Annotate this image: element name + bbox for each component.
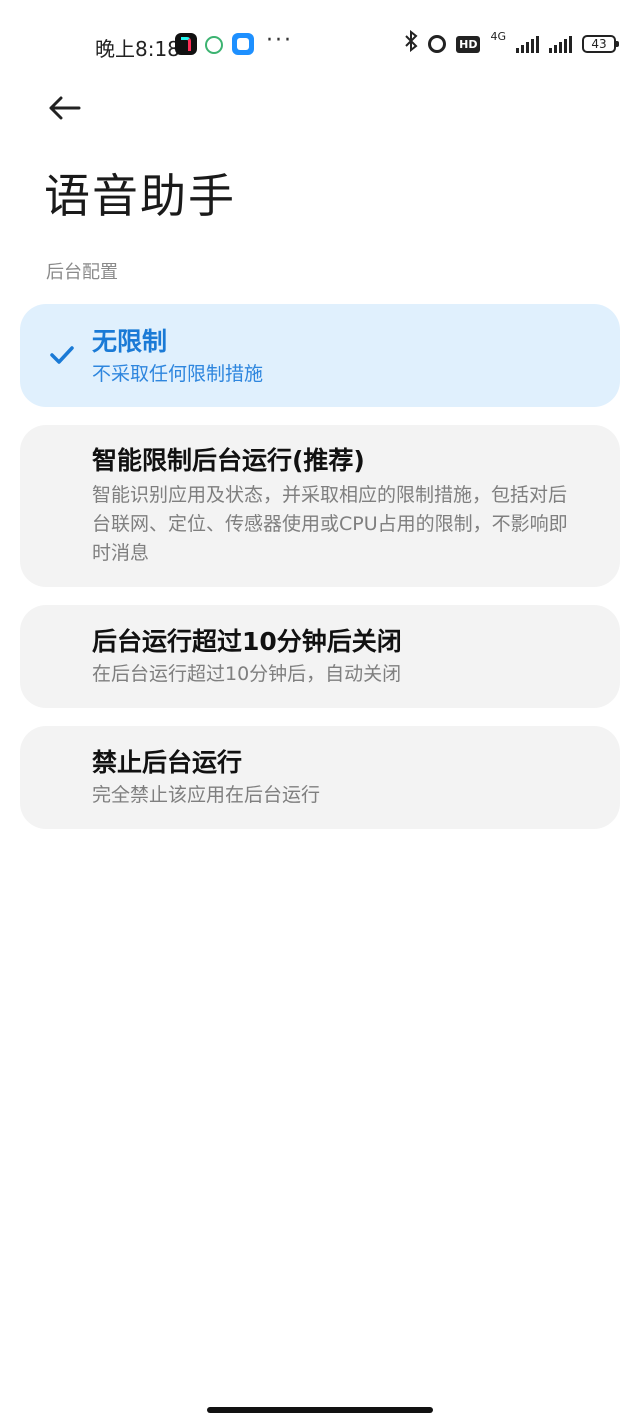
blue-app-icon (232, 33, 254, 55)
option-description: 智能识别应用及状态，并采取相应的限制措施，包括对后台联网、定位、传感器使用或CP… (92, 484, 568, 564)
signal-strength-2-icon (549, 35, 572, 53)
arrow-left-icon (49, 96, 81, 120)
page-title: 语音助手 (44, 169, 236, 223)
bluetooth-icon (404, 29, 418, 58)
back-button[interactable] (44, 88, 84, 128)
option-description: 不采取任何限制措施 (92, 363, 264, 385)
alien-app-icon (205, 36, 223, 54)
option-disable-background[interactable]: 禁止后台运行 完全禁止该应用在后台运行 (20, 726, 620, 829)
option-close-after-10-minutes[interactable]: 后台运行超过10分钟后关闭 在后台运行超过10分钟后，自动关闭 (20, 605, 620, 708)
option-title: 智能限制后台运行(推荐) (92, 446, 365, 475)
option-description: 完全禁止该应用在后台运行 (92, 784, 321, 806)
tiktok-app-icon (175, 33, 197, 55)
option-title: 后台运行超过10分钟后关闭 (92, 627, 402, 656)
status-icons: HD 4G 43 (404, 29, 619, 58)
check-icon (50, 346, 74, 364)
more-notifications-icon: ··· (266, 28, 293, 53)
section-label: 后台配置 (46, 262, 118, 283)
status-time: 晚上8:18 (95, 37, 180, 61)
option-title: 禁止后台运行 (92, 748, 243, 777)
option-title: 无限制 (92, 327, 168, 356)
home-indicator[interactable] (207, 1407, 433, 1413)
option-smart-restriction[interactable]: 智能限制后台运行(推荐) 智能识别应用及状态，并采取相应的限制措施，包括对后台联… (20, 425, 620, 587)
signal-strength-icon (516, 35, 539, 53)
option-description: 在后台运行超过10分钟后，自动关闭 (92, 663, 402, 685)
alarm-icon (428, 35, 447, 53)
battery-icon: 43 (582, 35, 619, 53)
network-type-label: 4G (490, 29, 506, 43)
status-bar: 晚上8:18 ··· HD 4G 43 (0, 0, 640, 88)
hd-badge: HD (456, 35, 481, 53)
option-no-restriction[interactable]: 无限制 不采取任何限制措施 (20, 304, 620, 407)
